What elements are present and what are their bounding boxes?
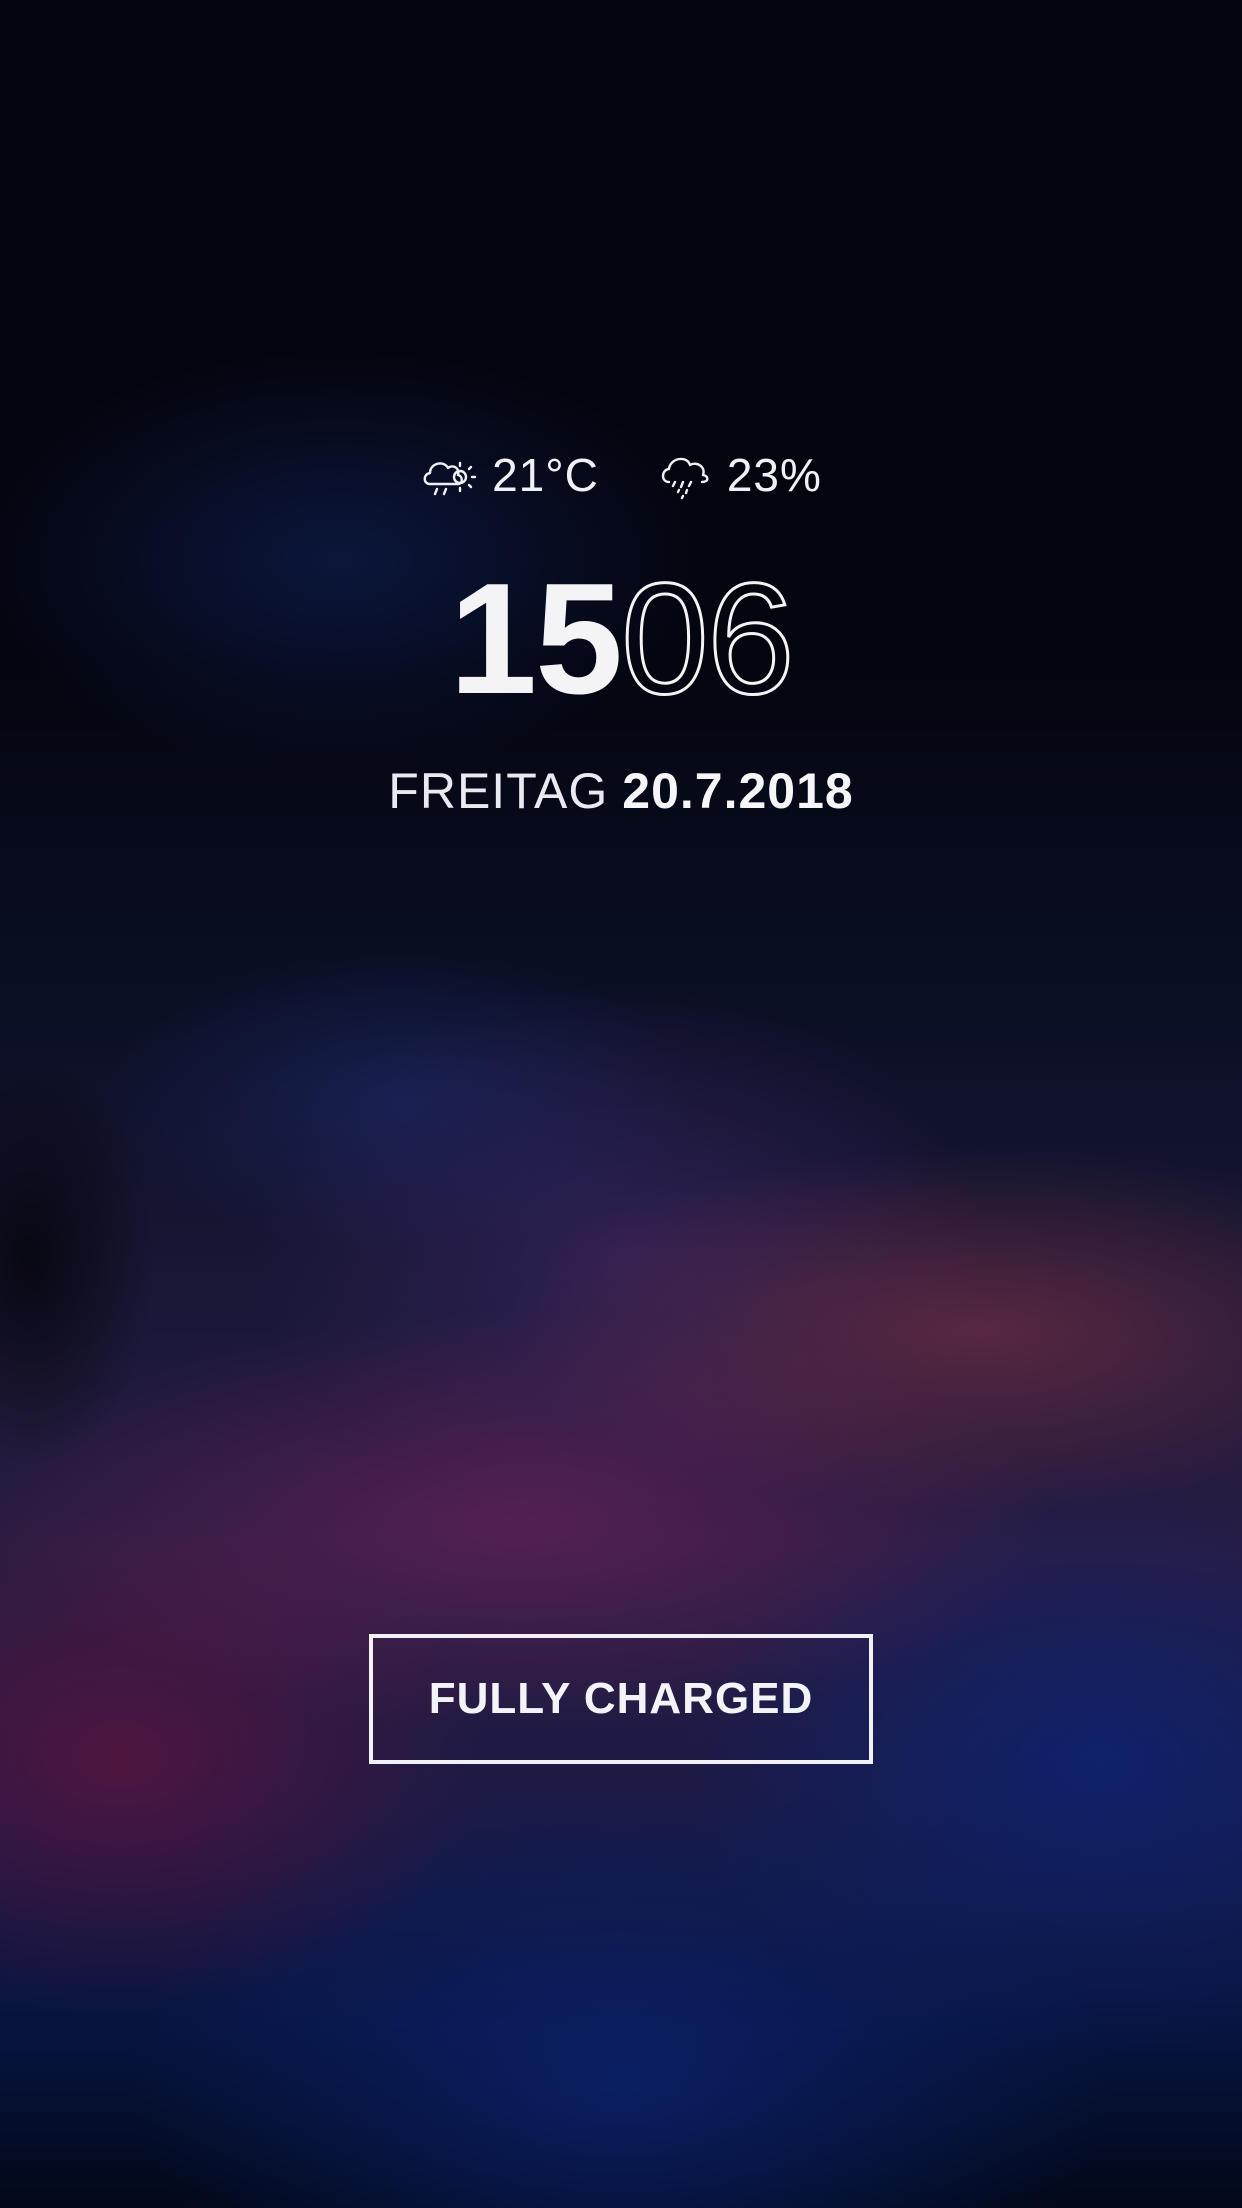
rain-cloud-icon [657,448,713,502]
temperature-value: 21°C [492,449,599,501]
battery-status-box: FULLY CHARGED [369,1634,873,1764]
partly-cloudy-icon [420,450,478,500]
battery-status-label: FULLY CHARGED [428,1674,814,1723]
date-label: 20.7.2018 [622,763,854,819]
date-row: FREITAG 20.7.2018 [0,766,1242,816]
precipitation-value: 23% [726,449,822,501]
clock: 1506 [0,559,1242,720]
clock-minutes: 06 [620,551,797,727]
weekday-label: FREITAG [388,763,609,819]
weather-row: 21°C 23% [0,448,1242,502]
temperature-item: 21°C [420,450,599,500]
precipitation-item: 23% [657,448,822,502]
clock-hours: 15 [449,551,623,727]
lock-screen: 21°C 23% 1506 FREITAG 20.7.2018 FULLY CH… [0,0,1242,2208]
